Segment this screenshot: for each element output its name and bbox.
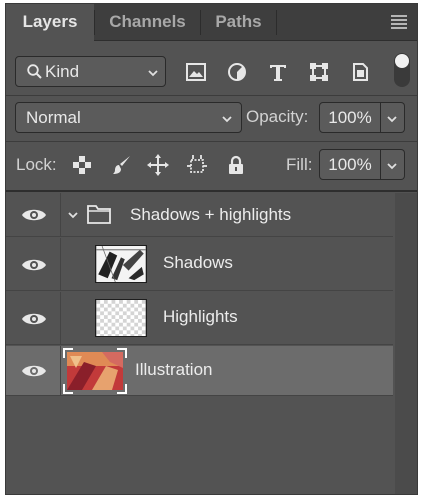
- filter-kind-label: Kind: [45, 62, 80, 81]
- layers-scrollbar[interactable]: [395, 193, 417, 494]
- layer-name: Highlights: [163, 307, 238, 326]
- layer-row-group[interactable]: Shadows + highlights: [6, 193, 393, 237]
- visibility-cell[interactable]: [6, 193, 61, 236]
- lock-artboard-icon[interactable]: [185, 153, 209, 177]
- adjustment-filter-icon[interactable]: [225, 60, 249, 84]
- lock-transparent-pixels-icon[interactable]: [70, 153, 94, 177]
- blend-mode-value: Normal: [26, 108, 81, 127]
- opacity-dropdown-button[interactable]: [381, 102, 405, 133]
- chevron-down-icon[interactable]: [67, 209, 79, 221]
- fill-value: 100%: [328, 155, 372, 174]
- layer-name: Shadows + highlights: [130, 205, 292, 224]
- layer-thumbnail: [95, 245, 147, 283]
- shape-filter-icon[interactable]: [307, 60, 331, 84]
- opacity-label: Opacity:: [246, 107, 309, 126]
- smart-object-filter-icon[interactable]: [348, 60, 372, 84]
- opacity-input[interactable]: 100%: [319, 102, 381, 133]
- visibility-cell[interactable]: [6, 238, 61, 290]
- tab-layers[interactable]: Layers: [6, 4, 94, 42]
- panel-tab-bar: Layers Channels Paths: [6, 4, 417, 42]
- tab-separator: [276, 10, 277, 35]
- lock-label: Lock:: [16, 155, 57, 174]
- image-filter-icon[interactable]: [184, 60, 208, 84]
- eye-icon[interactable]: [21, 207, 47, 223]
- layer-thumbnail: [63, 348, 127, 394]
- chevron-down-icon: [387, 163, 397, 170]
- lock-position-icon[interactable]: [146, 153, 170, 177]
- lock-image-pixels-icon[interactable]: [110, 153, 134, 177]
- divider: [6, 95, 417, 96]
- fill-label: Fill:: [286, 155, 313, 174]
- layers-list: Shadows + highlights Shadows Highlights …: [6, 193, 417, 494]
- chevron-down-icon: [222, 116, 232, 123]
- blend-mode-select[interactable]: Normal: [15, 102, 242, 133]
- layer-row-illustration[interactable]: Illustration: [6, 346, 393, 396]
- visibility-cell[interactable]: [6, 346, 61, 395]
- fill-input[interactable]: 100%: [319, 149, 381, 180]
- layer-name: Illustration: [135, 360, 213, 379]
- fill-dropdown-button[interactable]: [381, 149, 405, 180]
- toggle-knob: [395, 54, 409, 68]
- layer-row-shadows[interactable]: Shadows: [6, 238, 393, 291]
- panel-menu-icon[interactable]: [391, 15, 407, 29]
- chevron-down-icon: [148, 70, 158, 77]
- layer-row-highlights[interactable]: Highlights: [6, 292, 393, 345]
- filter-toggle-switch[interactable]: [394, 53, 410, 87]
- layer-name: Shadows: [163, 253, 233, 272]
- layers-panel: Layers Channels Paths Kind Normal Opacit…: [5, 3, 418, 495]
- eye-icon[interactable]: [21, 257, 47, 273]
- eye-icon[interactable]: [21, 363, 47, 379]
- folder-icon: [87, 205, 111, 224]
- tab-channels[interactable]: Channels: [95, 4, 200, 41]
- tab-paths[interactable]: Paths: [201, 4, 276, 41]
- layer-thumbnail: [95, 299, 147, 337]
- type-filter-icon[interactable]: [266, 60, 290, 84]
- visibility-cell[interactable]: [6, 292, 61, 344]
- search-icon: [27, 64, 42, 79]
- divider: [6, 141, 417, 142]
- divider: [6, 190, 417, 192]
- opacity-value: 100%: [328, 108, 372, 127]
- lock-all-icon[interactable]: [224, 153, 248, 177]
- filter-kind-select[interactable]: Kind: [15, 56, 166, 87]
- chevron-down-icon: [387, 116, 397, 123]
- eye-icon[interactable]: [21, 311, 47, 327]
